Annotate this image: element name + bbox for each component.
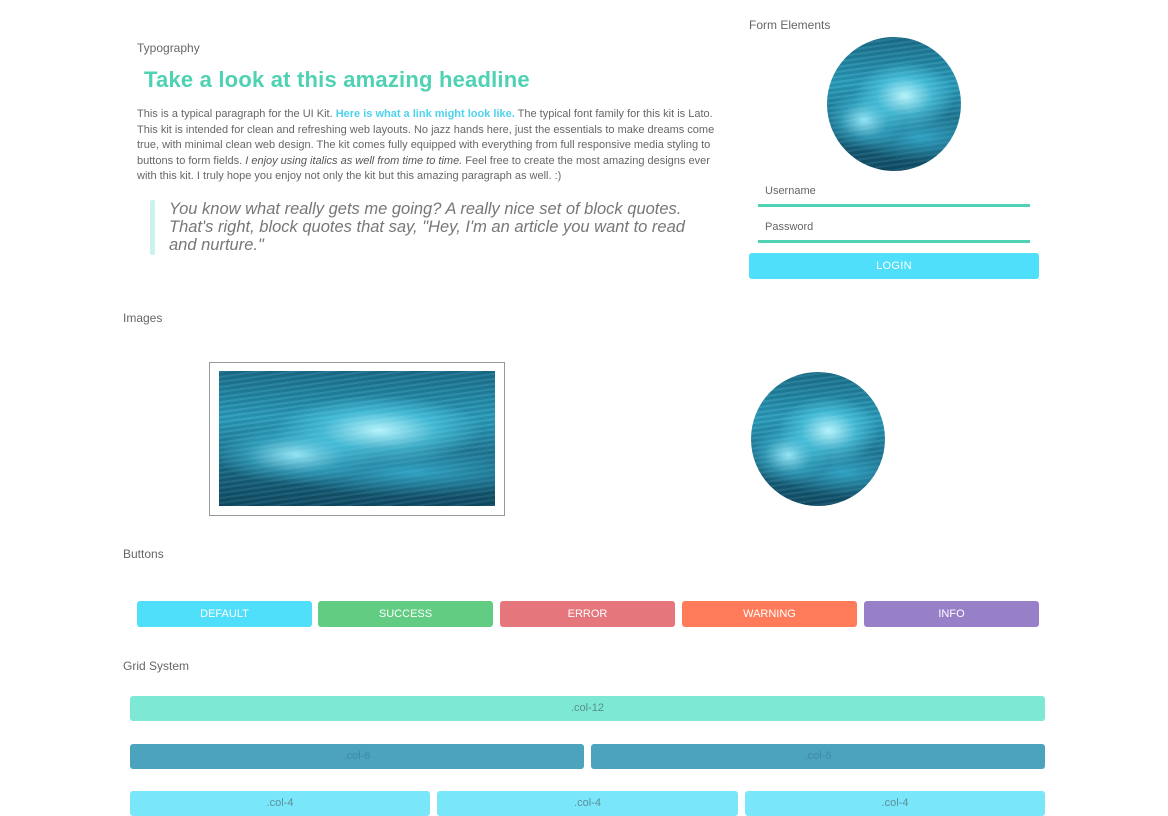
login-button[interactable]: LOGIN — [749, 253, 1039, 279]
grid-col-12: .col-12 — [130, 696, 1045, 721]
blockquote: You know what really gets me going? A re… — [169, 200, 685, 254]
grid-col-4: .col-4 — [745, 791, 1045, 816]
images-section-label: Images — [123, 311, 163, 325]
paragraph-link[interactable]: Here is what a link might look like. — [336, 108, 515, 120]
typography-paragraph: This is a typical paragraph for the UI K… — [137, 107, 729, 185]
wave-image — [219, 371, 495, 506]
blockquote-bar — [150, 200, 155, 255]
paragraph-text: This is a typical paragraph for the UI K… — [137, 108, 336, 120]
circle-image — [751, 372, 885, 506]
paragraph-italic-text: I enjoy using italics as well from time … — [245, 154, 463, 167]
default-button[interactable]: DEFAULT — [137, 601, 312, 627]
grid-col-4: .col-4 — [437, 791, 738, 816]
headline: Take a look at this amazing headline — [144, 67, 530, 92]
error-button[interactable]: ERROR — [500, 601, 675, 627]
form-section-label: Form Elements — [749, 18, 831, 32]
username-underline — [758, 204, 1030, 207]
buttons-section-label: Buttons — [123, 547, 164, 561]
password-underline — [758, 240, 1030, 243]
warning-button[interactable]: WARNING — [682, 601, 857, 627]
grid-col-6: .col-6 — [130, 744, 584, 769]
typography-section-label: Typography — [137, 41, 200, 55]
success-button[interactable]: SUCCESS — [318, 601, 493, 627]
grid-section-label: Grid System — [123, 659, 190, 673]
grid-col-4: .col-4 — [130, 791, 430, 816]
framed-image — [209, 362, 505, 516]
grid-col-6: .col-6 — [591, 744, 1045, 769]
avatar-image — [827, 37, 961, 171]
password-input[interactable]: Password — [765, 221, 813, 233]
info-button[interactable]: INFO — [864, 601, 1039, 627]
username-input[interactable]: Username — [765, 185, 816, 197]
